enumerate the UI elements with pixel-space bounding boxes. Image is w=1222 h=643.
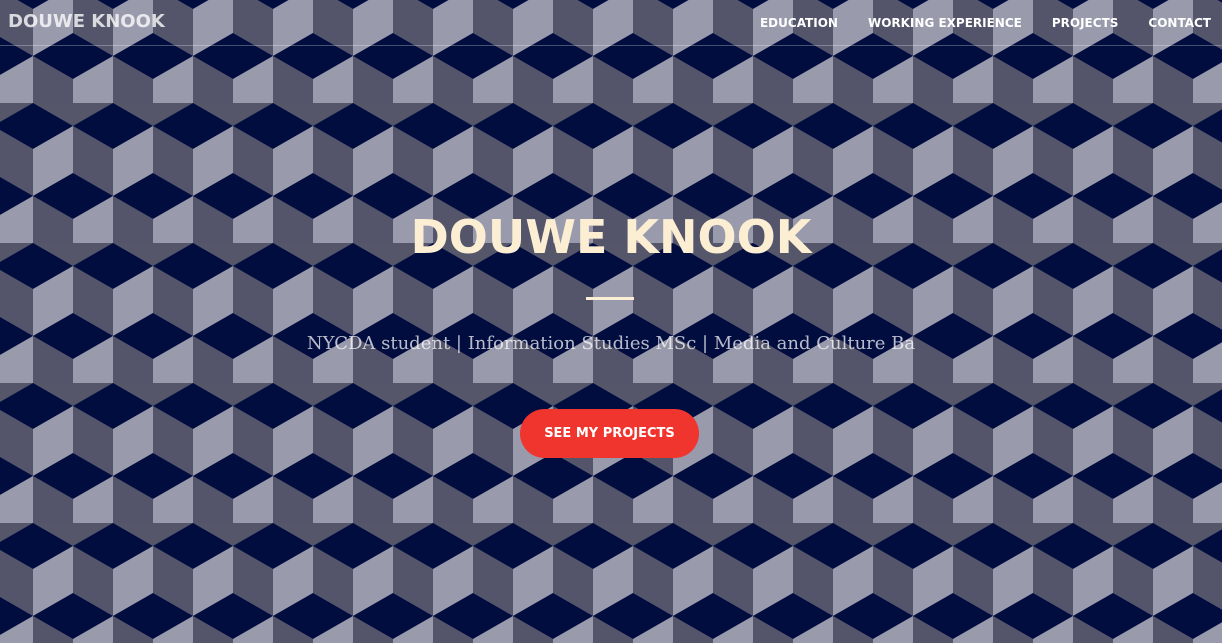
see-my-projects-button[interactable]: SEE MY PROJECTS [520,409,699,458]
hero-subtitle: NYCDA student | Information Studies MSc … [306,333,916,354]
hero-title: DOUWE KNOOK [410,210,812,264]
page: DOUWE KNOOK EDUCATION WORKING EXPERIENCE… [0,0,1222,643]
title-divider [586,297,634,300]
hero-section: DOUWE KNOOK NYCDA student | Information … [0,0,1222,643]
